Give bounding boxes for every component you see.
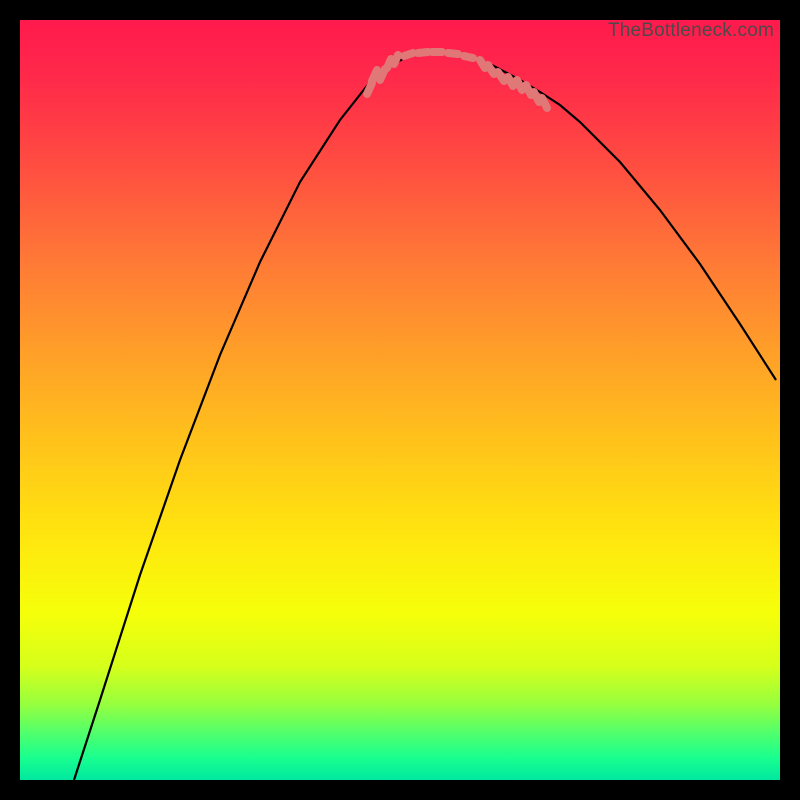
bottleneck-curve [74,52,776,780]
marker-dash [448,53,458,54]
marker-dash [488,65,494,74]
chart-svg [20,20,780,780]
highlight-markers [367,52,547,108]
marker-dash [418,52,428,53]
marker-dash [464,56,473,58]
marker-dash [517,80,522,90]
marker-dash [404,53,413,56]
curve-group [74,52,776,780]
marker-dash [508,77,513,86]
marker-dash [526,85,531,95]
marker-dash [542,98,547,108]
chart-frame: TheBottleneck.com [20,20,780,780]
marker-dash [498,72,504,81]
marker-dash [394,55,398,64]
watermark-text: TheBottleneck.com [608,20,774,42]
